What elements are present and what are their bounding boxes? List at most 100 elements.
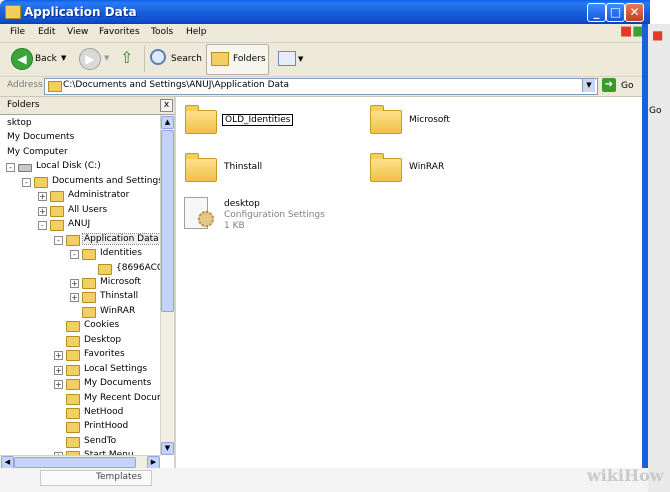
- scroll-down-icon[interactable]: ▼: [161, 442, 174, 455]
- file-name[interactable]: desktop: [224, 199, 260, 209]
- tree-item[interactable]: SendTo: [0, 435, 160, 449]
- tree-item[interactable]: sktop: [0, 117, 160, 131]
- back-arrow-icon[interactable]: ◀: [11, 48, 33, 70]
- tree-item[interactable]: + Microsoft: [0, 276, 160, 290]
- tree-item-label: {8696ACC6-1: [116, 262, 160, 273]
- scroll-up-icon[interactable]: ▲: [161, 116, 174, 129]
- tree-item[interactable]: + Local Settings: [0, 363, 160, 377]
- folder-icon: [66, 393, 80, 405]
- tree-item[interactable]: + Administrator: [0, 189, 160, 203]
- tree-item[interactable]: + Thinstall: [0, 290, 160, 304]
- windows-logo-icon: ■■: [620, 24, 645, 39]
- tree-item-label: Thinstall: [100, 291, 139, 302]
- folder-icon: [98, 263, 112, 275]
- folders-pane-title: Folders: [7, 100, 40, 110]
- menu-edit[interactable]: Edit: [38, 27, 55, 37]
- tree-item[interactable]: - Local Disk (C:): [0, 160, 160, 174]
- views-dropdown-icon[interactable]: ▼: [298, 55, 303, 63]
- folder-tree[interactable]: sktop My Documents My Computer - Local Disk …: [0, 115, 160, 455]
- folder-icon: [66, 408, 80, 419]
- menu-favorites[interactable]: Favorites: [99, 27, 140, 37]
- collapse-icon[interactable]: -: [38, 221, 47, 231]
- folder-icon[interactable]: [185, 153, 217, 182]
- tree-item[interactable]: - Documents and Settings: [0, 175, 160, 189]
- folders-button-label: Folders: [233, 54, 266, 64]
- folder-icon: [82, 306, 96, 318]
- tree-item-label: My Recent Document: [84, 392, 160, 403]
- tree-item[interactable]: PrintHood: [0, 420, 160, 434]
- tree-item[interactable]: My Documents: [0, 131, 160, 145]
- drive-icon: [18, 164, 32, 173]
- background-windows-logo-icon: ■: [652, 28, 664, 42]
- forward-arrow-icon[interactable]: ▶: [79, 48, 101, 70]
- menu-file[interactable]: File: [10, 27, 25, 37]
- folder-icon: [66, 436, 80, 448]
- tree-item[interactable]: + My Documents: [0, 377, 160, 391]
- tree-item-label: All Users: [68, 204, 108, 215]
- folder-icon: [50, 205, 64, 217]
- tree-item[interactable]: WinRAR: [0, 305, 160, 319]
- tree-item[interactable]: My Recent Document: [0, 392, 160, 406]
- content-area[interactable]: [176, 97, 642, 468]
- collapse-icon[interactable]: -: [22, 177, 31, 187]
- folder-label[interactable]: Microsoft: [409, 115, 450, 125]
- minimize-button[interactable]: _: [587, 3, 606, 22]
- window-title: Application Data: [24, 5, 137, 19]
- back-dropdown-icon[interactable]: ▼: [61, 54, 66, 62]
- go-button[interactable]: Go: [621, 81, 633, 91]
- back-button[interactable]: Back: [35, 54, 57, 64]
- expand-icon[interactable]: +: [54, 351, 63, 361]
- expand-icon[interactable]: +: [70, 293, 79, 303]
- expand-icon[interactable]: +: [54, 365, 63, 375]
- tree-item[interactable]: {8696ACC6-1: [0, 262, 160, 276]
- expand-icon[interactable]: +: [54, 380, 63, 390]
- expand-icon[interactable]: +: [70, 278, 79, 288]
- wikihow-watermark: wikiHow: [587, 466, 664, 485]
- go-arrow-icon[interactable]: ➜: [602, 78, 616, 92]
- tree-item-templates[interactable]: Templates: [96, 472, 142, 482]
- views-icon[interactable]: [278, 51, 296, 66]
- file-size: 1 KB: [224, 221, 245, 231]
- folder-icon: [82, 292, 96, 304]
- tree-item[interactable]: + All Users: [0, 204, 160, 218]
- tree-item[interactable]: NetHood: [0, 406, 160, 420]
- collapse-icon[interactable]: -: [70, 250, 79, 260]
- expand-icon[interactable]: +: [38, 192, 47, 202]
- search-button[interactable]: Search: [171, 54, 202, 64]
- folder-icon: [66, 321, 80, 333]
- folder-icon: [66, 350, 80, 362]
- tree-item-label: NetHood: [84, 407, 124, 417]
- folder-icon[interactable]: [370, 153, 402, 182]
- up-folder-icon[interactable]: ⇧: [120, 48, 138, 68]
- collapse-icon[interactable]: -: [6, 163, 15, 173]
- folder-icon[interactable]: [185, 105, 217, 134]
- tree-item[interactable]: Desktop: [0, 334, 160, 348]
- menu-help[interactable]: Help: [186, 27, 207, 37]
- tree-hscroll-thumb[interactable]: [14, 457, 136, 468]
- maximize-button[interactable]: □: [606, 3, 625, 22]
- rename-field[interactable]: OLD_Identities: [222, 114, 294, 126]
- tree-item[interactable]: - Application Data: [0, 232, 160, 247]
- menu-view[interactable]: View: [67, 27, 88, 37]
- close-button[interactable]: ✕: [625, 3, 644, 22]
- collapse-icon[interactable]: -: [54, 235, 63, 245]
- tree-item-label: My Documents: [7, 132, 75, 143]
- folder-icon[interactable]: [370, 105, 402, 134]
- menu-tools[interactable]: Tools: [151, 27, 173, 37]
- expand-icon[interactable]: +: [38, 206, 47, 216]
- tree-item[interactable]: - Identities: [0, 247, 160, 261]
- folder-icon: [66, 364, 80, 376]
- search-icon[interactable]: [150, 49, 166, 65]
- tree-item[interactable]: + Favorites: [0, 348, 160, 362]
- tree-scroll-thumb[interactable]: [161, 130, 174, 312]
- address-dropdown-icon[interactable]: ▼: [582, 79, 595, 92]
- tree-item[interactable]: Cookies: [0, 319, 160, 333]
- folder-label[interactable]: WinRAR: [409, 162, 444, 172]
- forward-dropdown-icon[interactable]: ▼: [104, 54, 109, 62]
- close-pane-icon[interactable]: x: [160, 99, 173, 112]
- folder-label[interactable]: Thinstall: [224, 162, 262, 172]
- background-window-strip: [648, 24, 670, 492]
- folder-icon: [66, 379, 80, 391]
- tree-item[interactable]: My Computer: [0, 146, 160, 160]
- tree-item[interactable]: - ANUJ: [0, 218, 160, 232]
